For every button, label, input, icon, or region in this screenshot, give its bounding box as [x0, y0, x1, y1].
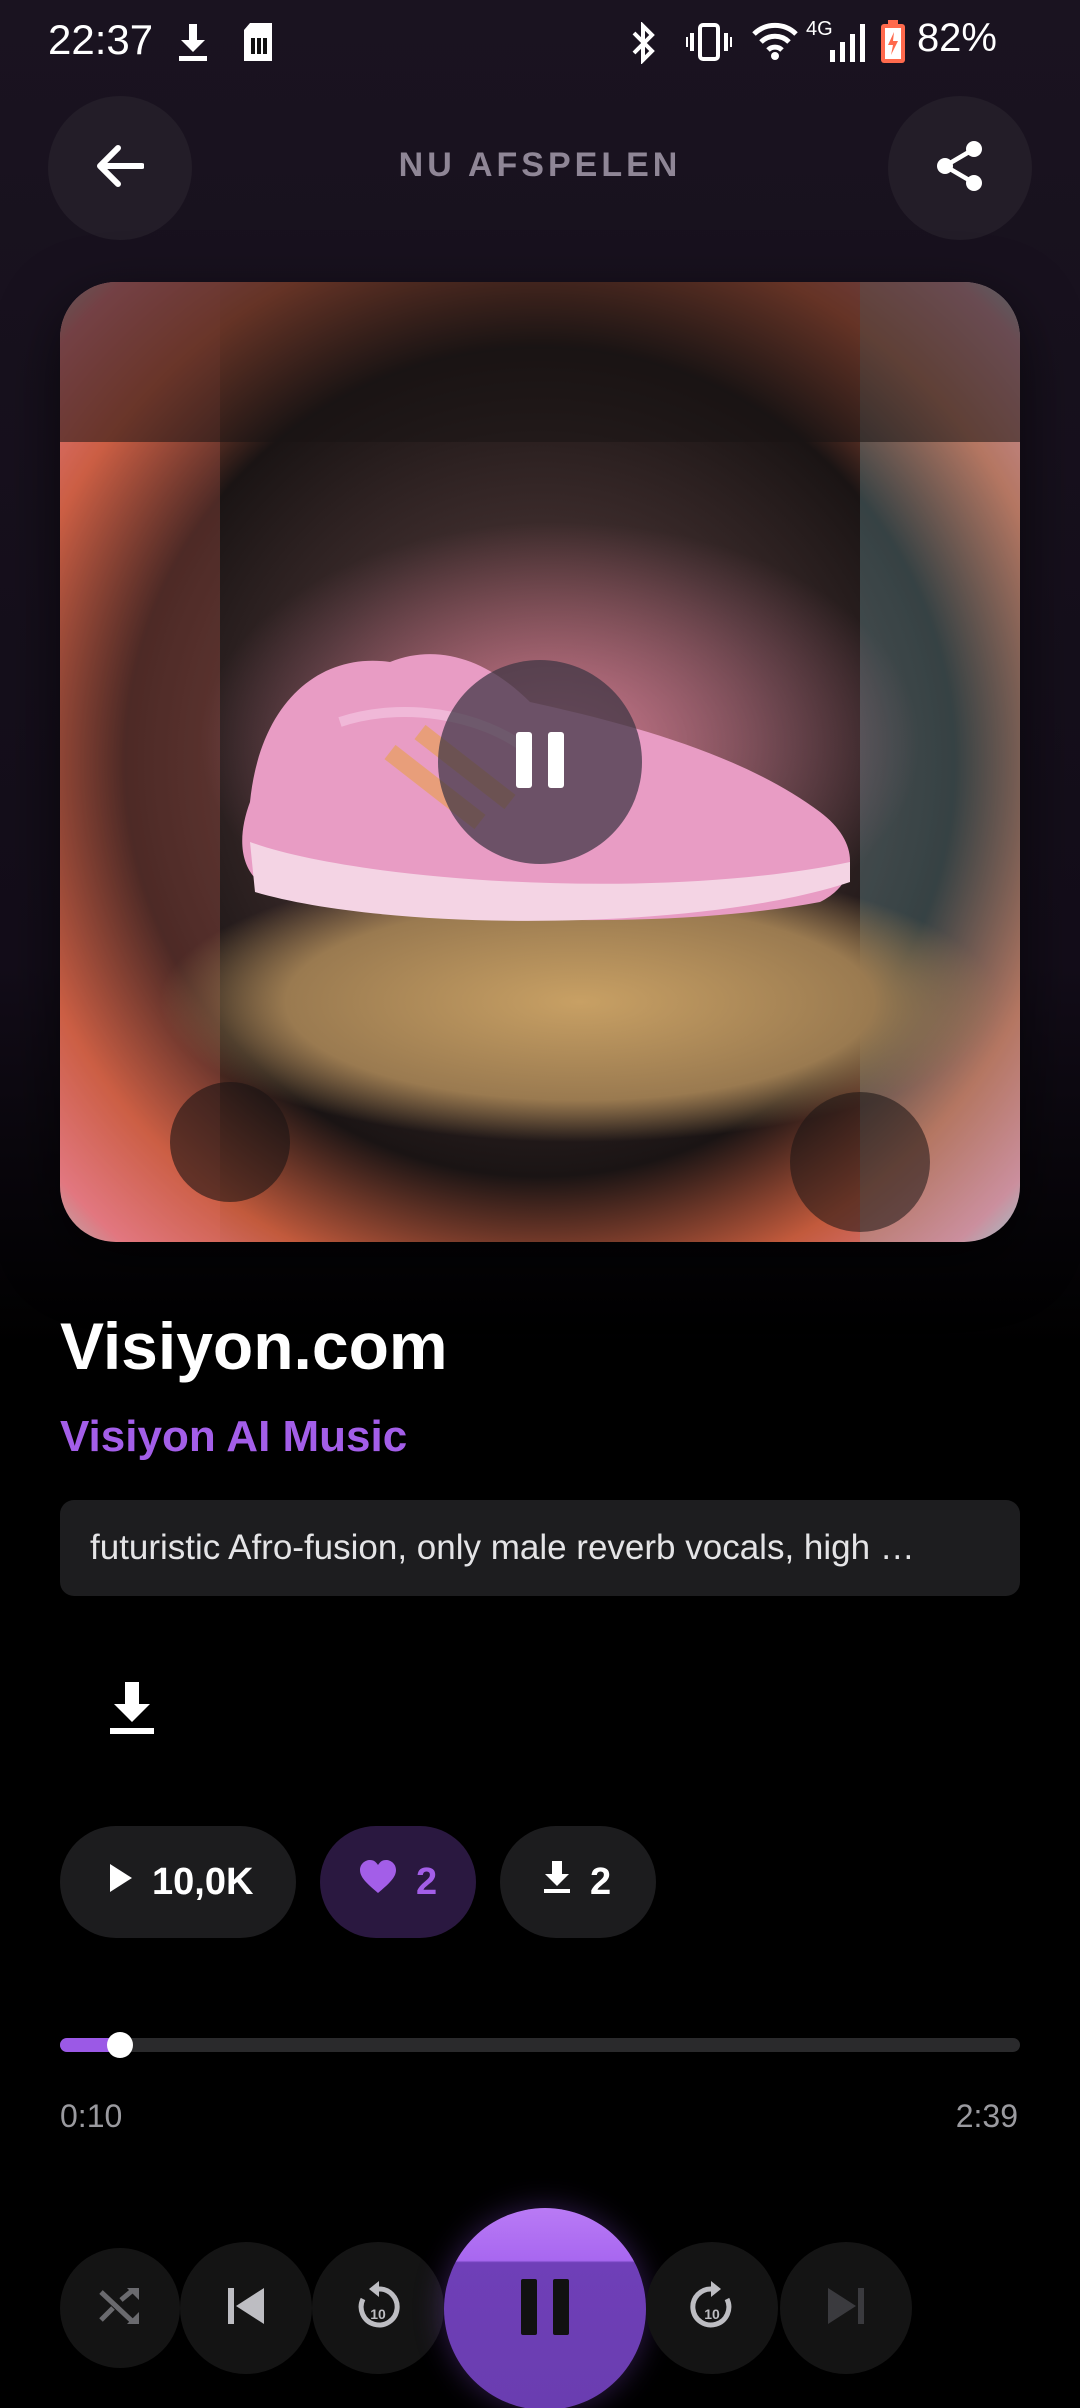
downloads-chip[interactable]: 2 — [500, 1826, 656, 1938]
previous-button[interactable] — [180, 2242, 312, 2374]
svg-text:10: 10 — [704, 2306, 720, 2322]
progress-handle[interactable] — [107, 2032, 134, 2058]
next-button[interactable] — [780, 2242, 912, 2374]
share-icon — [936, 140, 984, 197]
play-pause-button[interactable] — [444, 2208, 646, 2408]
download-icon — [542, 1860, 590, 1904]
svg-text:10: 10 — [370, 2306, 386, 2322]
vibrate-icon — [686, 22, 732, 67]
replay-10-icon: 10 — [353, 2279, 403, 2338]
battery-icon — [880, 20, 906, 69]
share-button[interactable] — [888, 96, 1032, 240]
pause-icon — [514, 730, 566, 795]
likes-chip[interactable]: 2 — [320, 1826, 476, 1938]
wifi-icon — [752, 22, 798, 65]
current-time: 0:10 — [60, 2098, 123, 2134]
plays-chip[interactable]: 10,0K — [60, 1826, 296, 1938]
downloads-count: 2 — [590, 1860, 612, 1903]
download-icon — [176, 22, 210, 67]
album-artwork[interactable] — [60, 282, 1020, 1242]
total-time: 2:39 — [955, 2098, 1018, 2134]
shuffle-icon — [99, 2286, 141, 2331]
bluetooth-icon — [628, 21, 658, 69]
style-prompt[interactable]: futuristic Afro-fusion, only male reverb… — [60, 1500, 1020, 1596]
likes-count: 2 — [416, 1860, 438, 1903]
heart-icon — [358, 1859, 416, 1905]
forward-10-button[interactable]: 10 — [646, 2242, 778, 2374]
status-bar: 22:37 4G 82% — [0, 0, 1080, 84]
forward-10-icon: 10 — [687, 2279, 737, 2338]
now-playing-screen: 22:37 4G 82% NU AFSPELEN Visiyon.com Vis… — [0, 0, 1080, 2408]
play-icon — [106, 1861, 152, 1904]
skip-previous-icon — [226, 2286, 266, 2331]
battery-percent: 82% — [916, 16, 997, 60]
artwork-pause-button[interactable] — [438, 660, 642, 864]
skip-next-icon — [826, 2286, 866, 2331]
download-icon — [108, 1680, 156, 1741]
signal-icon — [828, 22, 868, 69]
plays-count: 10,0K — [152, 1860, 254, 1903]
status-time: 22:37 — [48, 16, 154, 63]
sim-icon — [242, 22, 274, 67]
download-button[interactable] — [96, 1670, 168, 1750]
pause-icon — [519, 2277, 571, 2342]
artist-name[interactable]: Visiyon AI Music — [60, 1412, 407, 1462]
progress-bar[interactable] — [60, 2032, 1020, 2058]
rewind-10-button[interactable]: 10 — [312, 2242, 444, 2374]
song-title: Visiyon.com — [60, 1309, 448, 1383]
shuffle-button[interactable] — [60, 2248, 180, 2368]
